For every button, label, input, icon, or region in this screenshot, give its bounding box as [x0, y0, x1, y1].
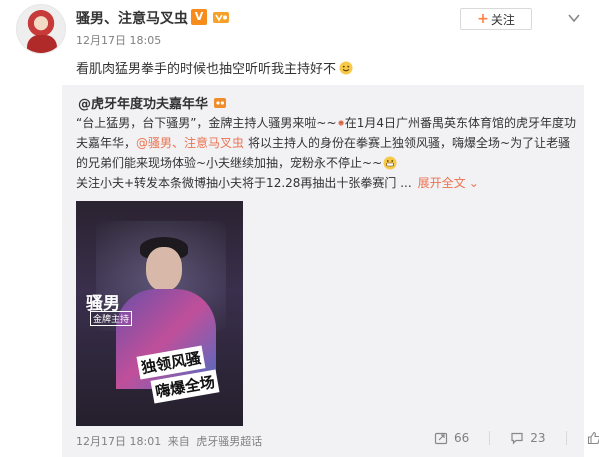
post-image[interactable]: 骚男 金牌主持 独领风骚 嗨爆全场 [76, 201, 243, 426]
repost-line-2: 夫嘉年华， @骚男、注意马叉虫 将以主持人的身份在拳赛上独领风骚，嗨爆全场~为了… [76, 133, 576, 153]
repost-box: @虎牙年度功夫嘉年华 “台上猛男，台下骚男”，金牌主持人骚男来啦~~ 在1月4日… [62, 85, 599, 457]
repost-text-segment: 的兄弟们能来现场体验~小夫继续加抽，宠粉永不停止~~ [76, 156, 383, 170]
repost-author[interactable]: @虎牙年度功夫嘉年华 [78, 93, 228, 112]
expand-full-text-link[interactable]: 展开全文 [418, 173, 466, 193]
source-prefix: 来自 [167, 435, 190, 448]
grin-emoji-icon [383, 156, 397, 170]
repost-footer: 12月17日 18:01 来自 虎牙骚男超话 [76, 433, 262, 449]
repost-text-segment: 在1月4日广州番禺英东体育馆的虎牙年度功 [344, 116, 576, 130]
weibo-post-card: 骚男、注意马叉虫 V 12月17日 18:05 + 关注 看肌肉猛男拳手的时候也… [0, 0, 599, 457]
repost-actions: 66 23 38 [434, 431, 599, 445]
comment-button[interactable]: 23 [510, 431, 546, 445]
like-icon [587, 431, 599, 445]
user-name[interactable]: 骚男、注意马叉虫 [76, 8, 188, 28]
poster-subtitle: 金牌主持 [90, 311, 133, 326]
repost-text-segment: 夫嘉年华， [76, 136, 137, 150]
forward-button[interactable]: 66 [434, 431, 469, 445]
post-timestamp[interactable]: 12月17日 18:05 [76, 32, 161, 48]
vip-icon [213, 12, 229, 23]
source-link[interactable]: 虎牙骚男超话 [196, 435, 262, 448]
emoji-icon [337, 120, 344, 126]
follow-button[interactable]: + 关注 [460, 8, 532, 30]
repost-text-segment: “台上猛男，台下骚男”，金牌主持人骚男来啦~~ [76, 116, 337, 130]
forward-icon [434, 432, 448, 445]
like-button[interactable]: 38 [587, 431, 599, 445]
divider [489, 431, 491, 445]
chevron-down-icon[interactable]: ⌄ [469, 173, 479, 193]
smile-emoji-icon [339, 61, 353, 74]
repost-line-3: 的兄弟们能来现场体验~小夫继续加抽，宠粉永不停止~~ [76, 153, 576, 173]
repost-line-1: “台上猛男，台下骚男”，金牌主持人骚男来啦~~ 在1月4日广州番禺英东体育馆的虎… [76, 113, 576, 133]
more-arrow-icon[interactable] [566, 10, 582, 26]
comment-icon [511, 432, 523, 445]
divider [565, 431, 567, 445]
repost-author-name[interactable]: @虎牙年度功夫嘉年华 [78, 93, 208, 112]
repost-text: “台上猛男，台下骚男”，金牌主持人骚男来啦~~ 在1月4日广州番禺英东体育馆的虎… [76, 113, 576, 193]
repost-text-segment: 关注小夫+转发本条微博抽小夫将于12.28再抽出十张拳赛门 ... [76, 176, 412, 190]
repost-timestamp[interactable]: 12月17日 18:01 [76, 435, 161, 448]
forward-count: 66 [454, 431, 470, 445]
follow-label: 关注 [490, 12, 515, 27]
verified-icon: V [191, 9, 207, 25]
fire-emoji-icon [214, 97, 227, 108]
plus-icon: + [477, 11, 489, 27]
user-avatar[interactable] [16, 4, 66, 54]
comment-count: 23 [530, 431, 546, 445]
post-text-content: 看肌肉猛男拳手的时候也抽空听听我主持好不 [76, 62, 337, 77]
repost-line-4: 关注小夫+转发本条微博抽小夫将于12.28再抽出十张拳赛门 ... 展开全文 ⌄ [76, 173, 576, 193]
mention-link[interactable]: @骚男、注意马叉虫 [136, 133, 244, 153]
post-text: 看肌肉猛男拳手的时候也抽空听听我主持好不 [76, 58, 354, 77]
repost-text-segment: 将以主持人的身份在拳赛上独领风骚，嗨爆全场~为了让老骚 [248, 136, 571, 150]
